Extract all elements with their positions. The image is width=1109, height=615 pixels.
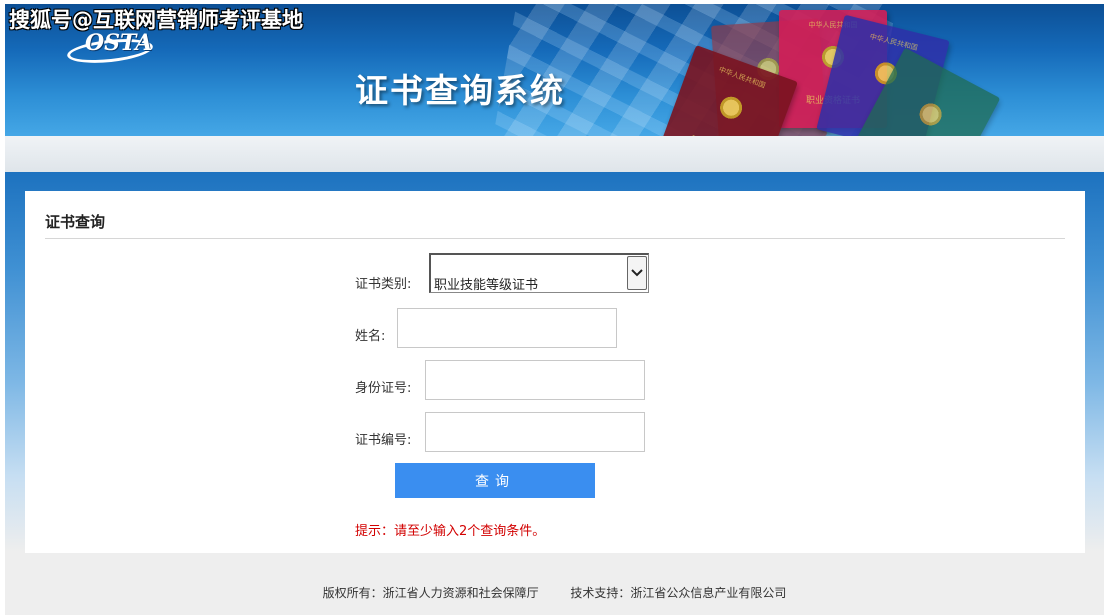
national-emblem-icon [713,89,749,126]
id-number-label: 身份证号: [355,381,412,396]
page-frame: OSTA 证书查询系统 中华人民共和国 职业资格证书 中华人民共和国 中华人民共… [5,4,1104,615]
cert-type-select[interactable]: 职业技能等级证书 [429,253,649,293]
cert-number-input[interactable] [425,412,645,452]
footer-copyright: 版权所有：浙江省人力资源和社会保障厅 [322,586,539,600]
cert-type-label: 证书类别: [355,277,412,292]
book-cover-label: 职业资格证书 [664,123,770,136]
query-button[interactable]: 查询 [395,463,595,498]
query-card: 证书查询 证书类别: 职业技能等级证书 姓名: 身份证号: 证书编号: 查询 提… [25,191,1085,553]
chevron-down-icon[interactable] [627,256,647,290]
system-title: 证书查询系统 [355,71,565,110]
cert-type-selected-value: 职业技能等级证书 [434,278,539,293]
name-input[interactable] [397,308,617,348]
cert-number-label: 证书编号: [355,433,412,448]
name-label: 姓名: [355,329,386,344]
card-divider [45,238,1065,239]
header-subband [5,136,1104,172]
hint-text: 提示：请至少输入2个查询条件。 [355,524,546,539]
footer-tech-support: 技术支持：浙江省公众信息产业有限公司 [570,586,787,600]
card-heading: 证书查询 [45,213,106,231]
book-emblem-label: 中华人民共和国 [868,32,919,53]
national-emblem-icon [911,95,950,134]
watermark-text: 搜狐号@互联网营销师考评基地 [9,8,303,32]
footer: 版权所有：浙江省人力资源和社会保障厅 技术支持：浙江省公众信息产业有限公司 [5,584,1104,601]
id-number-input[interactable] [425,360,645,400]
